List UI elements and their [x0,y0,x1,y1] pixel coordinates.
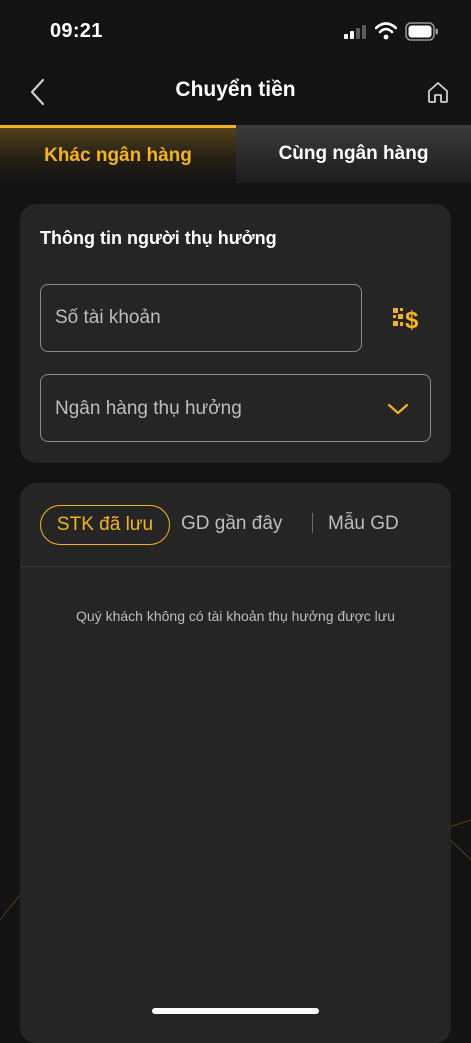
empty-state-message: Quý khách không có tài khoản thụ hưởng đ… [76,608,395,624]
status-bar: 09:21 [0,0,471,62]
tab-other-bank[interactable]: Khác ngân hàng [0,125,236,183]
beneficiary-card: Thông tin người thụ hưởng $ Ngân hàng th… [20,204,451,463]
page-title: Chuyển tiền [175,78,296,101]
account-number-input[interactable] [40,284,362,352]
bank-select-placeholder: Ngân hàng thụ hưởng [55,398,242,419]
battery-icon [405,22,438,41]
qr-scan-button[interactable]: $ [390,304,424,334]
transfer-type-tabs: Khác ngân hàng Cùng ngân hàng [0,125,471,183]
divider [20,566,451,567]
tab-same-bank[interactable]: Cùng ngân hàng [236,125,471,183]
wifi-icon [375,22,397,40]
tab-separator [312,513,313,533]
saved-accounts-card: STK đã lưu GD gần đây Mẫu GD Quý khách k… [20,483,451,1043]
tab-recent-transactions[interactable]: GD gần đây [181,513,282,535]
status-time: 09:21 [50,20,103,42]
tab-saved-accounts[interactable]: STK đã lưu [40,505,170,545]
qr-money-icon: $ [393,307,419,333]
cellular-signal-icon [344,25,366,39]
home-button[interactable] [424,78,452,106]
home-indicator [152,1008,319,1014]
svg-text:$: $ [405,307,419,333]
beneficiary-bank-select[interactable]: Ngân hàng thụ hưởng [40,374,431,442]
tab-transaction-templates[interactable]: Mẫu GD [328,513,399,535]
chevron-down-icon [387,403,409,415]
beneficiary-section-title: Thông tin người thụ hưởng [40,228,277,248]
home-icon [428,82,448,103]
